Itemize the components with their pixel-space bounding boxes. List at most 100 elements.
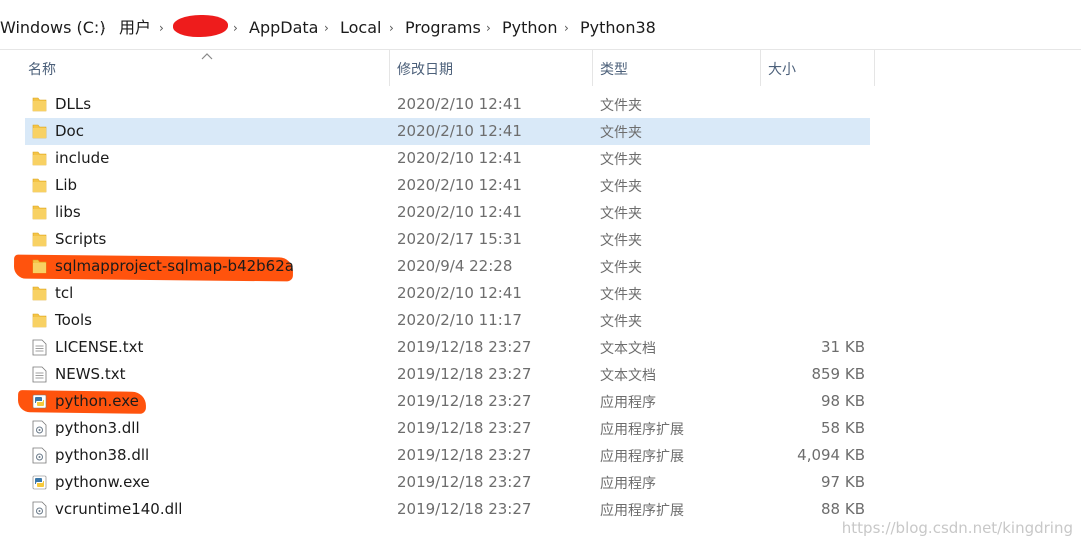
file-name: tcl — [55, 284, 74, 302]
redacted-username — [173, 15, 228, 37]
file-row[interactable]: Tools 2020/2/10 11:17 文件夹 — [25, 307, 870, 334]
file-name: python38.dll — [55, 446, 150, 464]
breadcrumb-item-appdata[interactable]: AppData — [249, 17, 318, 39]
text-file-icon — [32, 366, 47, 383]
file-row[interactable]: Scripts 2020/2/17 15:31 文件夹 — [25, 226, 870, 253]
file-row[interactable]: python38.dll 2019/12/18 23:27 应用程序扩展 4,094 … — [25, 442, 870, 469]
text-file-icon — [32, 339, 47, 356]
file-modified-date: 2019/12/18 23:27 — [397, 419, 532, 437]
file-type: 应用程序扩展 — [600, 449, 684, 465]
file-modified-date: 2020/2/10 12:41 — [397, 149, 522, 167]
file-row[interactable]: LICENSE.txt 2019/12/18 23:27 文本文档 31 KB — [25, 334, 870, 361]
breadcrumb-item-python38[interactable]: Python38 — [580, 17, 656, 39]
dll-file-icon — [32, 420, 47, 437]
column-header-size[interactable]: 大小 — [768, 59, 796, 79]
file-row[interactable]: vcruntime140.dll 2019/12/18 23:27 应用程序扩展 88… — [25, 496, 870, 523]
column-headers: 名称 修改日期 类型 大小 — [0, 50, 1081, 86]
chevron-right-icon[interactable]: › — [564, 17, 569, 39]
watermark-text: https://blog.csdn.net/kingdring — [841, 519, 1073, 537]
folder-icon — [32, 177, 47, 194]
breadcrumb-item-local[interactable]: Local — [340, 17, 381, 39]
file-type: 文本文档 — [600, 341, 656, 357]
file-row[interactable]: libs 2020/2/10 12:41 文件夹 — [25, 199, 870, 226]
folder-icon — [32, 258, 47, 275]
file-size: 97 KB — [821, 473, 865, 491]
folder-icon — [32, 150, 47, 167]
file-type: 文件夹 — [600, 287, 642, 303]
file-row[interactable]: pythonw.exe 2019/12/18 23:27 应用程序 97 KB — [25, 469, 870, 496]
folder-icon — [32, 96, 47, 113]
file-modified-date: 2020/2/10 11:17 — [397, 311, 522, 329]
file-name: python3.dll — [55, 419, 140, 437]
breadcrumb-item-users[interactable]: 用户 — [119, 17, 151, 39]
column-divider[interactable] — [760, 50, 761, 86]
address-breadcrumb[interactable]: Windows (C:) › 用户 › › AppData › Local › … — [0, 0, 1081, 50]
file-row[interactable]: include 2020/2/10 12:41 文件夹 — [25, 145, 870, 172]
python-exe-icon — [32, 393, 47, 410]
file-type: 文件夹 — [600, 125, 642, 141]
file-type: 应用程序 — [600, 395, 656, 411]
file-size: 58 KB — [821, 419, 865, 437]
file-modified-date: 2019/12/18 23:27 — [397, 500, 532, 518]
file-modified-date: 2019/12/18 23:27 — [397, 338, 532, 356]
breadcrumb-item-python[interactable]: Python — [502, 17, 557, 39]
chevron-right-icon[interactable]: › — [101, 17, 106, 39]
file-type: 文件夹 — [600, 152, 642, 168]
file-modified-date: 2020/2/17 15:31 — [397, 230, 522, 248]
file-name: Lib — [55, 176, 78, 194]
python-exe-icon — [32, 474, 47, 491]
chevron-right-icon[interactable]: › — [486, 17, 491, 39]
file-type: 文件夹 — [600, 314, 642, 330]
file-row[interactable]: Doc 2020/2/10 12:41 文件夹 — [25, 118, 870, 145]
file-name: Tools — [55, 311, 92, 329]
file-size: 859 KB — [811, 365, 865, 383]
folder-icon — [32, 312, 47, 329]
file-row[interactable]: DLLs 2020/2/10 12:41 文件夹 — [25, 91, 870, 118]
dll-file-icon — [32, 447, 47, 464]
file-type: 文件夹 — [600, 260, 642, 276]
file-row[interactable]: python.exe 2019/12/18 23:27 应用程序 98 KB — [25, 388, 870, 415]
file-size: 31 KB — [821, 338, 865, 356]
file-type: 应用程序 — [600, 476, 656, 492]
file-modified-date: 2019/12/18 23:27 — [397, 473, 532, 491]
file-type: 应用程序扩展 — [600, 503, 684, 519]
folder-icon — [32, 204, 47, 221]
file-modified-date: 2020/9/4 22:28 — [397, 257, 513, 275]
column-divider[interactable] — [389, 50, 390, 86]
chevron-right-icon[interactable]: › — [324, 17, 329, 39]
file-name: libs — [55, 203, 81, 221]
file-type: 文件夹 — [600, 206, 642, 222]
file-modified-date: 2020/2/10 12:41 — [397, 176, 522, 194]
breadcrumb-item-programs[interactable]: Programs — [405, 17, 481, 39]
sort-ascending-icon — [201, 50, 213, 63]
file-type: 应用程序扩展 — [600, 422, 684, 438]
file-row[interactable]: NEWS.txt 2019/12/18 23:27 文本文档 859 KB — [25, 361, 870, 388]
file-row[interactable]: python3.dll 2019/12/18 23:27 应用程序扩展 58 KB — [25, 415, 870, 442]
chevron-right-icon[interactable]: › — [159, 17, 164, 39]
chevron-right-icon[interactable]: › — [233, 17, 238, 39]
column-divider[interactable] — [874, 50, 875, 86]
column-header-name[interactable]: 名称 — [28, 59, 56, 79]
column-header-type[interactable]: 类型 — [600, 59, 628, 79]
file-name: NEWS.txt — [55, 365, 126, 383]
file-name: pythonw.exe — [55, 473, 150, 491]
folder-icon — [32, 123, 47, 140]
file-size: 4,094 KB — [797, 446, 865, 464]
file-modified-date: 2020/2/10 12:41 — [397, 203, 522, 221]
folder-icon — [32, 285, 47, 302]
file-name: DLLs — [55, 95, 92, 113]
file-type: 文件夹 — [600, 179, 642, 195]
chevron-right-icon[interactable]: › — [389, 17, 394, 39]
file-name: Scripts — [55, 230, 107, 248]
file-row[interactable]: sqlmapproject-sqlmap-b42b62a 2020/9/4 22:… — [25, 253, 870, 280]
file-name: sqlmapproject-sqlmap-b42b62a — [55, 257, 294, 275]
breadcrumb-item-drive[interactable]: Windows (C:) — [0, 17, 106, 39]
file-modified-date: 2020/2/10 12:41 — [397, 122, 522, 140]
dll-file-icon — [32, 501, 47, 518]
file-row[interactable]: Lib 2020/2/10 12:41 文件夹 — [25, 172, 870, 199]
file-modified-date: 2019/12/18 23:27 — [397, 365, 532, 383]
file-type: 文件夹 — [600, 98, 642, 114]
column-divider[interactable] — [592, 50, 593, 86]
column-header-modified[interactable]: 修改日期 — [397, 59, 453, 79]
file-row[interactable]: tcl 2020/2/10 12:41 文件夹 — [25, 280, 870, 307]
